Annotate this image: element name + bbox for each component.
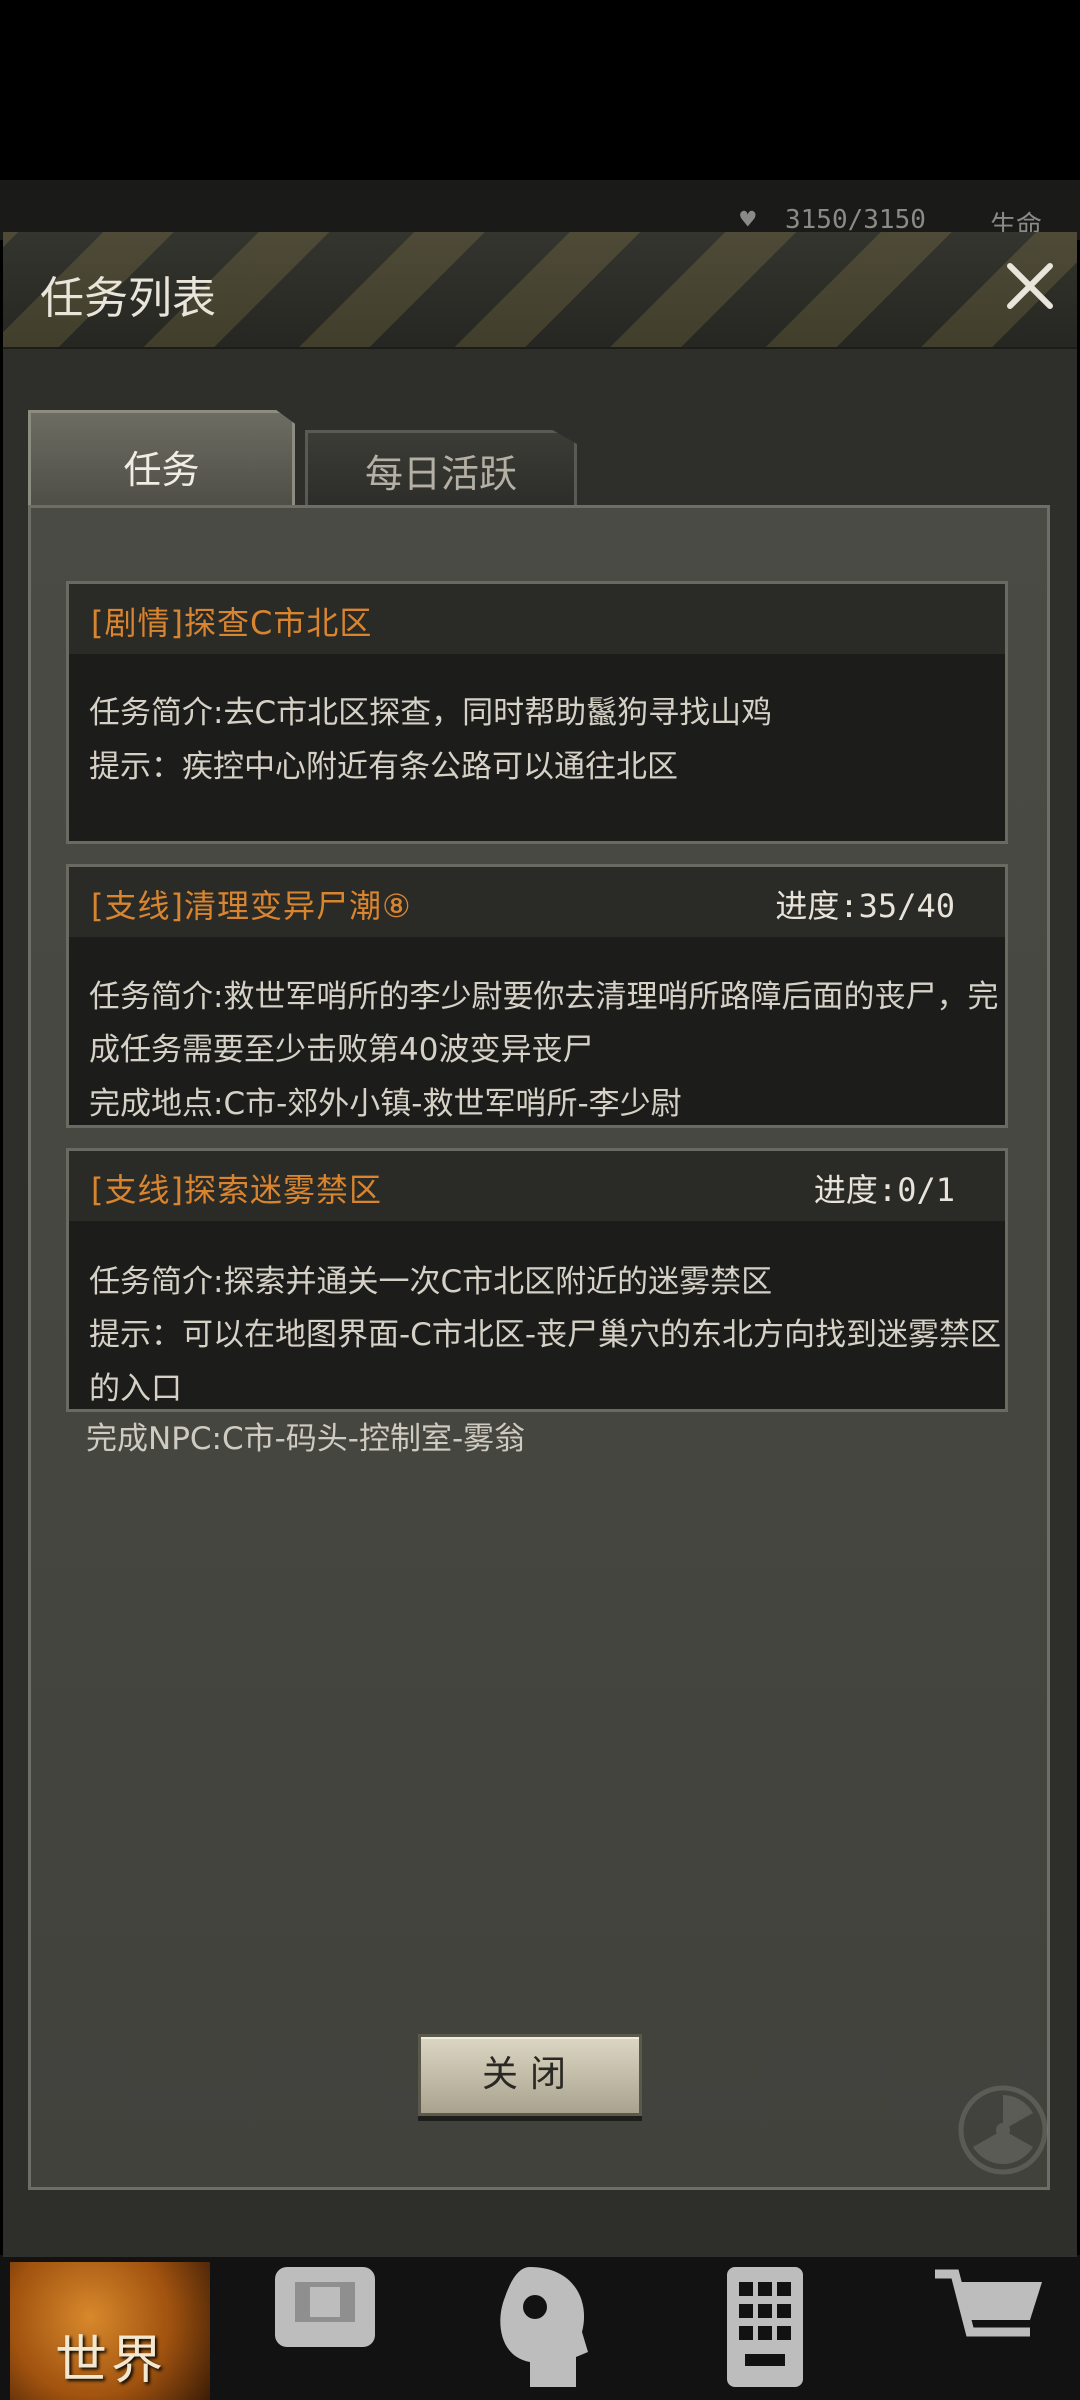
quest-progress: 进度:35/40 bbox=[775, 887, 955, 925]
hp-value: 3150/3150 bbox=[785, 205, 926, 235]
quest-complete-npc: 完成NPC:C市-码头-控制室-雾翁 bbox=[86, 1421, 526, 1457]
quest-hint: 提示：疾控中心附近有条公路可以通往北区 bbox=[89, 749, 678, 785]
quest-progress: 进度:0/1 bbox=[813, 1171, 955, 1209]
radiation-icon bbox=[958, 2085, 1048, 2175]
phone-icon[interactable] bbox=[715, 2262, 815, 2392]
close-icon[interactable] bbox=[1002, 258, 1058, 314]
quest-card[interactable]: [支线]清理变异尸潮⑧ 进度:35/40 任务简介:救世军哨所的李少尉要你去清理… bbox=[66, 864, 1008, 1128]
quest-location: 完成地点:C市-郊外小镇-救世军哨所-李少尉 bbox=[89, 1086, 682, 1122]
quest-title: [剧情]探查C市北区 bbox=[91, 604, 373, 642]
quest-title: [支线]探索迷雾禁区 bbox=[91, 1171, 382, 1209]
quest-card[interactable]: [剧情]探查C市北区 任务简介:去C市北区探查，同时帮助鬣狗寻找山鸡 提示：疾控… bbox=[66, 581, 1008, 844]
quest-description-cont: 成任务需要至少击败第40波变异丧尸 bbox=[89, 1032, 594, 1068]
quest-hint-cont: 的入口 bbox=[89, 1371, 182, 1407]
character-head-icon[interactable] bbox=[490, 2262, 600, 2392]
quest-title: [支线]清理变异尸潮⑧ bbox=[91, 887, 412, 925]
quest-card[interactable]: [支线]探索迷雾禁区 进度:0/1 任务简介:探索并通关一次C市北区附近的迷雾禁… bbox=[66, 1148, 1008, 1412]
shopping-cart-icon[interactable] bbox=[930, 2262, 1050, 2372]
close-button[interactable]: 关闭 bbox=[418, 2034, 642, 2116]
quest-hint: 提示：可以在地图界面-C市北区-丧尸巢穴的东北方向找到迷雾禁区 bbox=[89, 1317, 1002, 1353]
tab-quests[interactable]: 任务 bbox=[28, 410, 295, 508]
quest-description: 任务简介:去C市北区探查，同时帮助鬣狗寻找山鸡 bbox=[89, 695, 773, 731]
nav-world-label: 世界 bbox=[55, 2331, 168, 2391]
backpack-icon[interactable] bbox=[265, 2262, 385, 2382]
dialog-title: 任务列表 bbox=[40, 273, 216, 324]
hp-heart-icon: ♥ bbox=[740, 205, 756, 235]
quest-description: 任务简介:救世军哨所的李少尉要你去清理哨所路障后面的丧尸，完 bbox=[89, 979, 999, 1015]
tab-daily-activity[interactable]: 每日活跃 bbox=[305, 430, 577, 508]
quest-description: 任务简介:探索并通关一次C市北区附近的迷雾禁区 bbox=[89, 1264, 773, 1300]
